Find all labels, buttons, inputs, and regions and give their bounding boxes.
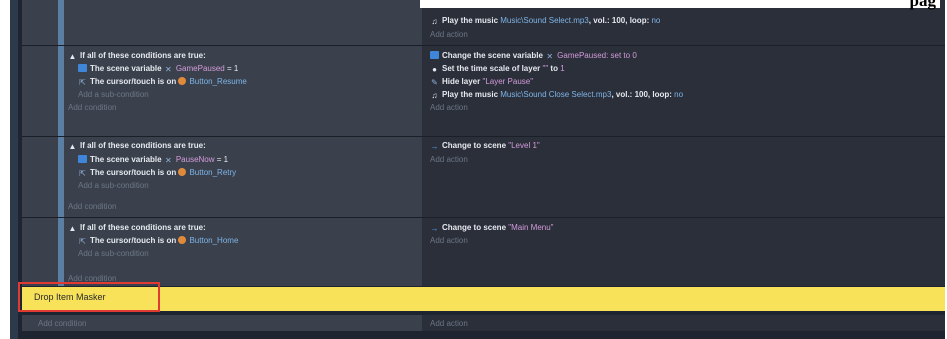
event-2-action-3[interactable]: ♫ Play the music Music\Sound Close Select… xyxy=(430,88,684,101)
document-heading-fragment: pag xyxy=(420,0,940,9)
variable-small-icon: ✕ xyxy=(164,156,172,165)
object-icon xyxy=(178,236,187,244)
action-loop-label: , loop: xyxy=(625,16,650,25)
event-2-condition-0[interactable]: The scene variable ✕ GamePaused = 1 xyxy=(78,62,238,75)
action-vol-label: , vol.: xyxy=(588,16,610,25)
event-3-conditions-header: ▲ If all of these conditions are true: xyxy=(68,141,206,151)
action-loop: no xyxy=(651,16,661,25)
add-action-link[interactable]: Add action xyxy=(430,234,468,247)
add-condition-link[interactable]: Add condition xyxy=(68,101,116,114)
sheet-left-bar xyxy=(10,0,18,339)
event-2-action-0[interactable]: Change the scene variable ✕ GamePaused: s… xyxy=(430,49,637,62)
variable-small-icon: ✕ xyxy=(546,52,554,61)
empty-event-conditions[interactable]: Add condition xyxy=(22,315,422,331)
event-4-condition-0[interactable]: ⇱ The cursor/touch is on Button_Home xyxy=(78,234,238,247)
object-icon xyxy=(178,77,187,85)
add-condition-link[interactable]: Add condition xyxy=(68,200,116,213)
conditions-icon: ▲ xyxy=(68,224,77,233)
music-icon: ♫ xyxy=(431,91,438,100)
event-2-conditions-header: ▲ If all of these conditions are true: xyxy=(68,51,206,61)
arrow-right-icon: → xyxy=(430,142,439,151)
event-3-condition-1[interactable]: ⇱ The cursor/touch is on Button_Retry xyxy=(78,166,236,179)
variable-small-icon: ✕ xyxy=(164,65,172,74)
event-1-gutter[interactable] xyxy=(58,0,64,45)
event-1-conditions[interactable] xyxy=(22,0,422,45)
event-2-condition-1[interactable]: ⇱ The cursor/touch is on Button_Resume xyxy=(78,75,247,88)
action-label: Play the music xyxy=(442,16,499,25)
event-2-gutter[interactable] xyxy=(58,46,64,136)
object-icon xyxy=(178,168,187,176)
action-value: Music\Sound Select.mp3 xyxy=(500,16,589,25)
add-sub-condition-link[interactable]: Add a sub-condition xyxy=(78,179,149,192)
variable-icon xyxy=(78,64,87,72)
event-2-action-2[interactable]: ✎ Hide layer "Layer Pause" xyxy=(430,75,533,88)
pencil-icon: ✎ xyxy=(431,78,438,87)
event-4-conditions-header: ▲ If all of these conditions are true: xyxy=(68,223,206,233)
arrow-right-icon: → xyxy=(430,224,439,233)
event-1-action-0[interactable]: ♫ Play the music Music\Sound Select.mp3, … xyxy=(430,14,661,27)
variable-icon xyxy=(78,155,87,163)
event-4-action-0[interactable]: → Change to scene "Main Menu" xyxy=(430,221,554,234)
event-3-condition-0[interactable]: The scene variable ✕ PauseNow = 1 xyxy=(78,153,228,166)
add-condition-link[interactable]: Add condition xyxy=(38,317,86,330)
cursor-icon: ⇱ xyxy=(79,169,86,178)
variable-icon xyxy=(430,51,439,59)
cursor-icon: ⇱ xyxy=(79,78,86,87)
add-sub-condition-link[interactable]: Add a sub-condition xyxy=(78,247,149,260)
music-icon: ♫ xyxy=(431,17,438,26)
empty-event-actions[interactable]: Add action xyxy=(422,315,945,331)
action-vol: 100 xyxy=(611,16,626,25)
conditions-icon: ▲ xyxy=(68,52,77,61)
event-3-action-0[interactable]: → Change to scene "Level 1" xyxy=(430,139,540,152)
comment-row[interactable]: Drop Item Masker xyxy=(22,287,945,311)
add-action-link[interactable]: Add action xyxy=(430,101,468,114)
gear-icon: ● xyxy=(432,65,437,74)
cursor-icon: ⇱ xyxy=(79,237,86,246)
event-3-gutter[interactable] xyxy=(58,137,64,217)
add-action-link[interactable]: Add action xyxy=(430,317,468,330)
add-action-link[interactable]: Add action xyxy=(430,28,468,41)
event-2-action-1[interactable]: ● Set the time scale of layer "" to 1 xyxy=(430,62,565,75)
conditions-icon: ▲ xyxy=(68,142,77,151)
event-4-gutter[interactable] xyxy=(58,218,64,286)
add-sub-condition-link[interactable]: Add a sub-condition xyxy=(78,88,149,101)
add-action-link[interactable]: Add action xyxy=(430,153,468,166)
highlight-annotation-box xyxy=(18,282,160,312)
